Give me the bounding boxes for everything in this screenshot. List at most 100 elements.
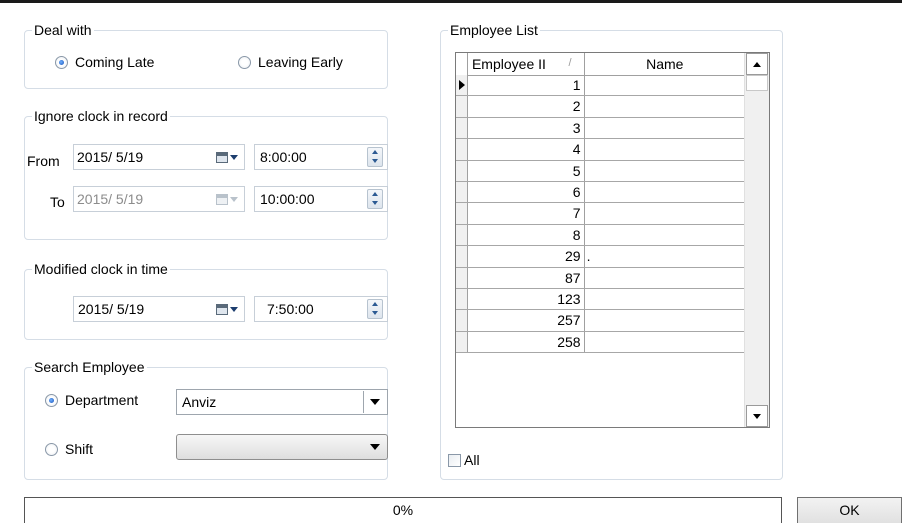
employee-id-cell[interactable]: 1 bbox=[468, 75, 585, 96]
modified-date-picker[interactable]: 2015/ 5/19 bbox=[73, 296, 245, 322]
arrow-down-icon bbox=[753, 413, 761, 419]
checkbox-icon bbox=[448, 453, 461, 467]
employee-id-cell[interactable]: 7 bbox=[468, 203, 585, 224]
row-header[interactable] bbox=[456, 117, 468, 139]
table-row[interactable]: 5 bbox=[456, 160, 746, 182]
scroll-thumb[interactable] bbox=[746, 75, 768, 91]
from-date-picker[interactable]: 2015/ 5/19 bbox=[73, 144, 245, 170]
ok-button[interactable]: OK bbox=[797, 497, 902, 523]
employee-id-header-label: Employee II bbox=[471, 56, 546, 72]
modified-time-value: 7:50:00 bbox=[267, 301, 314, 317]
current-row-indicator-icon[interactable] bbox=[456, 75, 468, 96]
row-header[interactable] bbox=[456, 139, 468, 160]
time-spinner[interactable] bbox=[367, 189, 383, 209]
spin-down-icon[interactable] bbox=[368, 309, 382, 318]
row-header[interactable] bbox=[456, 203, 468, 224]
chevron-down-icon[interactable] bbox=[364, 436, 386, 458]
to-time-input[interactable]: 10:00:00 bbox=[254, 186, 388, 212]
leaving-early-label: Leaving Early bbox=[258, 54, 343, 70]
name-cell[interactable] bbox=[585, 289, 746, 309]
department-select[interactable]: Anviz bbox=[176, 389, 388, 415]
employee-id-cell[interactable]: 2 bbox=[468, 96, 585, 117]
name-cell[interactable] bbox=[585, 310, 746, 330]
table-row[interactable]: 7 bbox=[456, 203, 746, 225]
to-date-value: 2015/ 5/19 bbox=[77, 191, 144, 207]
row-header[interactable] bbox=[456, 288, 468, 310]
column-header-employee-id[interactable]: Employee II / bbox=[468, 53, 585, 75]
all-checkbox[interactable]: All bbox=[448, 452, 480, 468]
column-header-name[interactable]: Name bbox=[585, 53, 747, 75]
coming-late-label: Coming Late bbox=[75, 54, 155, 70]
name-cell[interactable] bbox=[585, 182, 746, 202]
from-time-input[interactable]: 8:00:00 bbox=[254, 144, 388, 170]
employee-id-cell[interactable]: 87 bbox=[468, 267, 585, 288]
radio-selected-icon bbox=[55, 55, 68, 69]
row-header-corner bbox=[456, 53, 468, 75]
row-header[interactable] bbox=[456, 331, 468, 353]
name-cell[interactable] bbox=[585, 203, 746, 223]
employee-id-cell[interactable]: 8 bbox=[468, 224, 585, 246]
sort-indicator-icon: / bbox=[568, 57, 572, 69]
scroll-up-button[interactable] bbox=[746, 53, 768, 75]
table-row[interactable]: 87 bbox=[456, 267, 746, 289]
calendar-dropdown-icon[interactable] bbox=[216, 151, 238, 163]
scroll-down-button[interactable] bbox=[746, 405, 768, 427]
leaving-early-radio[interactable]: Leaving Early bbox=[238, 54, 343, 70]
employee-id-cell[interactable]: 258 bbox=[468, 331, 585, 353]
row-header[interactable] bbox=[456, 224, 468, 246]
table-row[interactable]: 29. bbox=[456, 246, 746, 268]
name-cell[interactable] bbox=[585, 75, 746, 95]
name-cell[interactable] bbox=[585, 332, 746, 352]
table-row[interactable]: 258 bbox=[456, 331, 746, 354]
row-header[interactable] bbox=[456, 267, 468, 288]
vertical-scrollbar[interactable] bbox=[744, 53, 769, 427]
table-row[interactable]: 3 bbox=[456, 117, 746, 140]
row-header[interactable] bbox=[456, 181, 468, 203]
spin-up-icon[interactable] bbox=[368, 148, 382, 157]
coming-late-radio[interactable]: Coming Late bbox=[55, 54, 154, 70]
row-header[interactable] bbox=[456, 160, 468, 181]
table-row[interactable]: 8 bbox=[456, 224, 746, 247]
employee-id-cell[interactable]: 29 bbox=[468, 246, 585, 267]
progress-text: 0% bbox=[392, 502, 414, 518]
calendar-dropdown-icon[interactable] bbox=[216, 303, 238, 315]
employee-id-cell[interactable]: 5 bbox=[468, 160, 585, 181]
employee-id-cell[interactable]: 6 bbox=[468, 181, 585, 203]
grid-header: Employee II / Name bbox=[456, 53, 747, 76]
name-cell[interactable] bbox=[585, 268, 746, 288]
employee-id-cell[interactable]: 123 bbox=[468, 288, 585, 310]
name-cell[interactable] bbox=[585, 96, 746, 116]
name-cell[interactable] bbox=[585, 161, 746, 181]
row-header[interactable] bbox=[456, 96, 468, 117]
employee-id-cell[interactable]: 4 bbox=[468, 139, 585, 160]
name-cell[interactable] bbox=[585, 139, 746, 159]
table-row[interactable]: 1 bbox=[456, 75, 746, 97]
name-cell[interactable] bbox=[585, 225, 746, 245]
shift-radio[interactable]: Shift bbox=[45, 441, 93, 457]
to-date-picker: 2015/ 5/19 bbox=[73, 186, 245, 212]
from-date-value: 2015/ 5/19 bbox=[77, 149, 144, 165]
employee-id-cell[interactable]: 3 bbox=[468, 117, 585, 139]
table-row[interactable]: 2 bbox=[456, 96, 746, 118]
department-radio[interactable]: Department bbox=[45, 392, 138, 408]
table-row[interactable]: 257 bbox=[456, 310, 746, 332]
calendar-dropdown-icon bbox=[216, 193, 238, 205]
row-header[interactable] bbox=[456, 310, 468, 331]
time-spinner[interactable] bbox=[367, 147, 383, 167]
time-spinner[interactable] bbox=[367, 299, 383, 319]
employee-grid[interactable]: Employee II / Name 1 2 3 4 5 6 7 8 29. 87 123 257 25… bbox=[455, 52, 770, 428]
employee-id-cell[interactable]: 257 bbox=[468, 310, 585, 331]
shift-select[interactable] bbox=[176, 434, 388, 460]
table-row[interactable]: 4 bbox=[456, 139, 746, 161]
row-header[interactable] bbox=[456, 246, 468, 267]
name-cell[interactable] bbox=[585, 118, 746, 138]
spin-down-icon[interactable] bbox=[368, 199, 382, 208]
spin-down-icon[interactable] bbox=[368, 157, 382, 166]
table-row[interactable]: 6 bbox=[456, 181, 746, 204]
chevron-down-icon[interactable] bbox=[363, 391, 386, 413]
table-row[interactable]: 123 bbox=[456, 288, 746, 311]
modified-time-input[interactable]: 7:50:00 bbox=[254, 296, 388, 322]
name-cell[interactable]: . bbox=[585, 246, 746, 266]
spin-up-icon[interactable] bbox=[368, 300, 382, 309]
spin-up-icon[interactable] bbox=[368, 190, 382, 199]
